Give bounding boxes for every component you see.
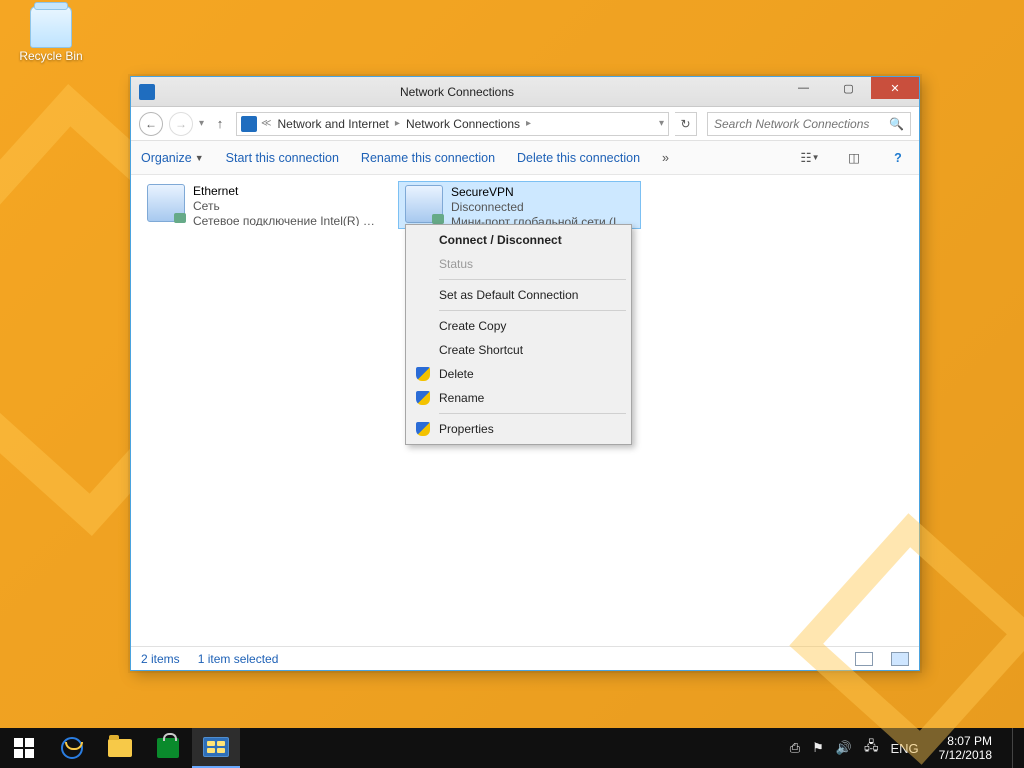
preview-pane-button[interactable]: ◫: [843, 147, 865, 169]
rename-connection-button[interactable]: Rename this connection: [361, 151, 495, 165]
nav-forward-button[interactable]: →: [169, 112, 193, 136]
show-desktop-button[interactable]: [1012, 728, 1018, 768]
desktop-recycle-bin[interactable]: Recycle Bin: [18, 6, 84, 63]
tray-clock[interactable]: 8:07 PM 7/12/2018: [931, 734, 1000, 762]
menu-separator: [439, 279, 626, 280]
minimize-button[interactable]: ―: [781, 77, 826, 99]
connection-name: SecureVPN: [451, 185, 634, 200]
menu-rename[interactable]: Rename: [409, 386, 628, 410]
connection-status: Disconnected: [451, 200, 634, 215]
ie-icon: [61, 737, 83, 759]
taskbar-file-explorer[interactable]: [96, 728, 144, 768]
tray-time: 8:07 PM: [939, 734, 992, 748]
tray-volume-icon[interactable]: 🔊: [836, 740, 852, 756]
window-title: Network Connections: [133, 85, 781, 99]
recycle-bin-icon: [30, 6, 72, 48]
content-area[interactable]: Ethernet Сеть Сетевое подключение Intel(…: [131, 175, 919, 646]
tray-language[interactable]: ENG: [890, 741, 918, 756]
start-button[interactable]: [0, 728, 48, 768]
connection-name: Ethernet: [193, 184, 378, 199]
address-bar[interactable]: ≪ Network and Internet ▸ Network Connect…: [236, 112, 669, 136]
network-adapter-icon: [147, 184, 185, 222]
command-bar: Organize▼ Start this connection Rename t…: [131, 141, 919, 175]
connection-ethernet[interactable]: Ethernet Сеть Сетевое подключение Intel(…: [141, 181, 384, 229]
start-connection-button[interactable]: Start this connection: [226, 151, 339, 165]
address-row: ← → ▾ ↑ ≪ Network and Internet ▸ Network…: [131, 107, 919, 141]
menu-create-shortcut[interactable]: Create Shortcut: [409, 338, 628, 362]
connection-status: Сеть: [193, 199, 378, 214]
context-menu: Connect / Disconnect Status Set as Defau…: [405, 224, 632, 445]
menu-delete[interactable]: Delete: [409, 362, 628, 386]
tiles-view-button[interactable]: [891, 652, 909, 666]
location-icon: [241, 116, 257, 132]
organize-menu[interactable]: Organize▼: [141, 151, 204, 165]
help-button[interactable]: ?: [887, 147, 909, 169]
recycle-bin-label: Recycle Bin: [18, 49, 84, 63]
connection-securevpn[interactable]: SecureVPN Disconnected Мини-порт глобаль…: [398, 181, 641, 229]
nav-history-dropdown[interactable]: ▾: [199, 118, 204, 129]
search-box[interactable]: 🔍: [707, 112, 911, 136]
folder-icon: [108, 739, 132, 757]
menu-properties[interactable]: Properties: [409, 417, 628, 441]
menu-set-default[interactable]: Set as Default Connection: [409, 283, 628, 307]
more-commands-button[interactable]: »: [662, 151, 669, 165]
search-icon: 🔍: [889, 117, 904, 131]
menu-separator: [439, 310, 626, 311]
view-options-button[interactable]: ☷▼: [799, 147, 821, 169]
tray-usb-icon[interactable]: ⎙: [790, 740, 800, 756]
taskbar-ie[interactable]: [48, 728, 96, 768]
breadcrumb-sep-icon: ▸: [526, 118, 531, 129]
network-adapter-icon: [405, 185, 443, 223]
refresh-button[interactable]: ↻: [675, 112, 697, 136]
system-tray: ⎙ ⚑ 🔊 🖧 ENG 8:07 PM 7/12/2018: [784, 728, 1024, 768]
taskbar-control-panel[interactable]: [192, 728, 240, 768]
titlebar[interactable]: Network Connections ― ▢ ✕: [131, 77, 919, 107]
status-item-count: 2 items: [141, 652, 180, 666]
tray-date: 7/12/2018: [939, 748, 992, 762]
store-icon: [157, 738, 179, 758]
shield-icon: [416, 367, 430, 381]
connection-device: Сетевое подключение Intel(R) P...: [193, 214, 378, 226]
nav-up-button[interactable]: ↑: [210, 116, 230, 131]
breadcrumb-network-connections[interactable]: Network Connections: [404, 116, 522, 132]
address-dropdown-icon[interactable]: ▾: [659, 118, 664, 129]
menu-separator: [439, 413, 626, 414]
breadcrumb-sep-icon: ≪: [261, 118, 271, 129]
nav-back-button[interactable]: ←: [139, 112, 163, 136]
status-bar: 2 items 1 item selected: [131, 646, 919, 670]
breadcrumb-network-and-internet[interactable]: Network and Internet: [276, 116, 391, 132]
taskbar-store[interactable]: [144, 728, 192, 768]
close-button[interactable]: ✕: [871, 77, 919, 99]
search-input[interactable]: [714, 117, 889, 131]
control-panel-icon: [203, 737, 229, 757]
breadcrumb-sep-icon: ▸: [395, 118, 400, 129]
taskbar: ⎙ ⚑ 🔊 🖧 ENG 8:07 PM 7/12/2018: [0, 728, 1024, 768]
details-view-button[interactable]: [855, 652, 873, 666]
menu-connect-disconnect[interactable]: Connect / Disconnect: [409, 228, 628, 252]
delete-connection-button[interactable]: Delete this connection: [517, 151, 640, 165]
status-selection-count: 1 item selected: [198, 652, 279, 666]
menu-create-copy[interactable]: Create Copy: [409, 314, 628, 338]
menu-status: Status: [409, 252, 628, 276]
network-connections-window: Network Connections ― ▢ ✕ ← → ▾ ↑ ≪ Netw…: [130, 76, 920, 671]
tray-network-icon[interactable]: 🖧: [864, 737, 879, 759]
tray-action-center-icon[interactable]: ⚑: [812, 740, 824, 756]
shield-icon: [416, 391, 430, 405]
maximize-button[interactable]: ▢: [826, 77, 871, 99]
shield-icon: [416, 422, 430, 436]
